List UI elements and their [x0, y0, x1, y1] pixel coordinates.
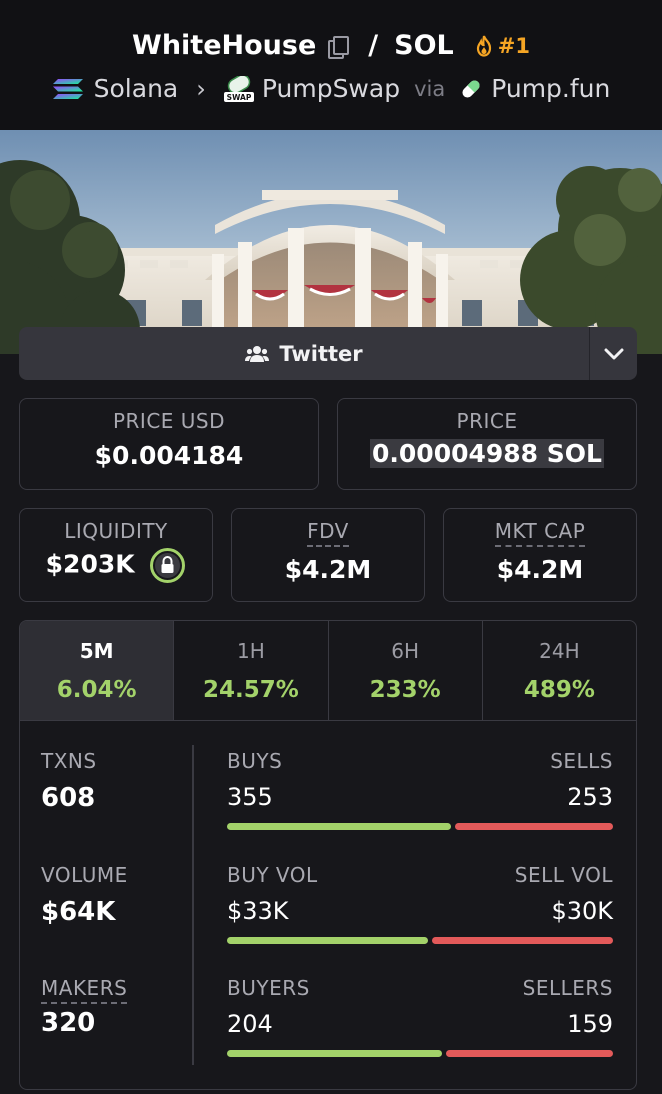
price-usd-label: PRICE USD [112, 409, 226, 433]
tab-24h[interactable]: 24H 489% [483, 621, 636, 720]
makers-stat: MAKERS 320 [41, 976, 128, 1038]
buys-value: 355 [227, 783, 273, 811]
lock-icon[interactable] [149, 547, 186, 584]
buyers-label: BUYERS [227, 976, 310, 1000]
buys-sells-stat: BUYS SELLS 355 253 [227, 749, 613, 830]
launchpad-link[interactable]: Pump.fun [491, 74, 610, 103]
makers-value: 320 [41, 1008, 96, 1038]
chain-breadcrumb: Solana › SWAP PumpSwap via Pump.fun [0, 74, 662, 103]
buys-bar [227, 823, 451, 830]
chain-link[interactable]: Solana [94, 74, 179, 103]
socials-bar: Twitter [19, 327, 637, 380]
token-name: WhiteHouse [132, 30, 317, 61]
sell-vol-value: $30K [551, 897, 613, 925]
txns-stat: TXNS 608 [41, 749, 97, 813]
buy-vol-label: BUY VOL [227, 863, 318, 887]
tab-label: 5M [79, 639, 114, 663]
sells-label: SELLS [550, 749, 613, 773]
rank-text: #1 [497, 33, 530, 58]
users-icon [245, 345, 270, 362]
fdv-value: $4.2M [284, 555, 372, 584]
timeframe-tabs: 5M 6.04% 1H 24.57% 6H 233% 24H 489% [20, 621, 636, 721]
makers-ratio-bar [227, 1050, 613, 1057]
price-usd-card: PRICE USD $0.004184 [19, 398, 319, 490]
white-house-illustration [0, 130, 662, 354]
twitter-label: Twitter [279, 341, 363, 366]
price-native-value: 0.00004988 SOL [370, 439, 604, 468]
buyvol-sellvol-stat: BUY VOL SELL VOL $33K $30K [227, 863, 613, 944]
dex-link[interactable]: PumpSwap [262, 74, 400, 103]
liquidity-value: $203K [45, 549, 135, 579]
liquidity-label: LIQUIDITY [64, 519, 168, 543]
buys-label: BUYS [227, 749, 283, 773]
sell-vol-label: SELL VOL [514, 863, 613, 887]
trending-rank-badge[interactable]: #1 [474, 34, 530, 58]
sells-value: 253 [567, 783, 613, 811]
trade-stats-panel: 5M 6.04% 1H 24.57% 6H 233% 24H 489% TXNS… [19, 620, 637, 1090]
pair-separator: / [368, 30, 379, 61]
pumpswap-icon: SWAP [223, 75, 254, 102]
quote-token: SOL [394, 30, 454, 61]
pair-header: WhiteHouse / SOL #1 Solana › SWAP PumpSw… [0, 0, 662, 130]
sellers-bar [446, 1050, 613, 1057]
solana-icon [52, 78, 83, 99]
socials-dropdown-button[interactable] [589, 327, 637, 380]
price-native-label: PRICE [456, 409, 518, 433]
price-usd-value: $0.004184 [94, 441, 244, 470]
svg-text:SWAP: SWAP [227, 93, 252, 102]
tab-change: 24.57% [202, 677, 299, 703]
tab-label: 24H [539, 639, 580, 663]
liquidity-card: LIQUIDITY $203K [19, 508, 213, 602]
buys-sells-ratio-bar [227, 823, 613, 830]
sells-bar [455, 823, 613, 830]
tab-label: 1H [236, 639, 265, 663]
pair-title-row: WhiteHouse / SOL #1 [0, 30, 662, 61]
mktcap-card: MKT CAP $4.2M [443, 508, 637, 602]
tab-6h[interactable]: 6H 233% [329, 621, 483, 720]
volume-label: VOLUME [41, 863, 128, 887]
tab-1h[interactable]: 1H 24.57% [174, 621, 329, 720]
price-native-card: PRICE 0.00004988 SOL [337, 398, 637, 490]
volume-ratio-bar [227, 937, 613, 944]
fire-icon [476, 35, 491, 57]
volume-value: $64K [41, 897, 116, 927]
buyers-value: 204 [227, 1010, 273, 1038]
tab-label: 6H [391, 639, 419, 663]
pill-icon [462, 79, 480, 98]
volume-stat: VOLUME $64K [41, 863, 128, 927]
buy-vol-bar [227, 937, 428, 944]
stats-divider [192, 745, 194, 1065]
tab-change: 489% [523, 677, 595, 703]
fdv-label[interactable]: FDV [307, 519, 349, 547]
mktcap-label[interactable]: MKT CAP [494, 519, 586, 547]
buyers-sellers-stat: BUYERS SELLERS 204 159 [227, 976, 613, 1057]
txns-label: TXNS [41, 749, 97, 773]
via-label: via [414, 76, 446, 101]
sellers-label: SELLERS [522, 976, 613, 1000]
token-banner-image [0, 130, 662, 354]
sell-vol-bar [432, 937, 613, 944]
twitter-button[interactable]: Twitter [19, 327, 589, 380]
chevron-right-icon: › [196, 74, 206, 103]
sellers-value: 159 [567, 1010, 613, 1038]
tab-change: 6.04% [56, 677, 137, 703]
tab-change: 233% [369, 677, 441, 703]
makers-label[interactable]: MAKERS [41, 976, 128, 1004]
txns-value: 608 [41, 783, 96, 813]
fdv-card: FDV $4.2M [231, 508, 425, 602]
mktcap-value: $4.2M [496, 555, 584, 584]
copy-icon[interactable] [328, 35, 350, 59]
buyers-bar [227, 1050, 442, 1057]
buy-vol-value: $33K [227, 897, 289, 925]
tab-5m[interactable]: 5M 6.04% [20, 621, 175, 720]
chevron-down-icon [604, 348, 623, 359]
